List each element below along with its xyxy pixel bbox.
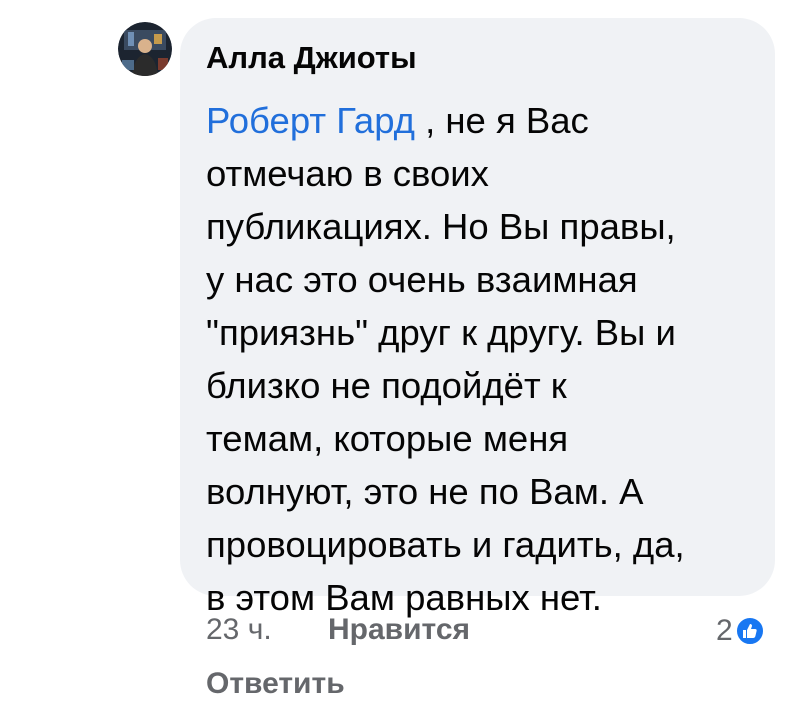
comment-timestamp[interactable]: 23 ч. <box>206 612 272 648</box>
comment-line: публикациях. Но Вы правы, <box>206 206 676 247</box>
avatar-image <box>118 22 172 76</box>
comment-line: у нас это очень взаимная <box>206 259 638 300</box>
reaction-count: 2 <box>716 614 733 647</box>
reply-button[interactable]: Ответить <box>206 666 345 702</box>
comment-line: отмечаю в своих <box>206 153 489 194</box>
like-button[interactable]: Нравится <box>328 612 470 648</box>
comment-line: волнуют, это не по Вам. А <box>206 471 644 512</box>
comment-line: "приязнь" друг к другу. Вы и <box>206 312 676 353</box>
comment-line: провоцировать и гадить, да, <box>206 524 685 565</box>
reaction-summary[interactable]: 2 <box>716 612 765 650</box>
mention-link[interactable]: Роберт Гард <box>206 100 415 141</box>
comment-text: Роберт Гард , не я Вас отмечаю в своих п… <box>206 94 766 624</box>
comment-line-rest: , не я Вас <box>414 100 589 141</box>
author-avatar[interactable] <box>118 22 172 76</box>
comment-line: Роберт Гард , не я Вас <box>206 94 766 147</box>
comment-author[interactable]: Алла Джиоты <box>206 40 775 76</box>
comment-line: в этом Вам равных нет. <box>206 577 602 618</box>
comment-bubble: Алла Джиоты Роберт Гард , не я Вас отмеч… <box>180 18 775 618</box>
thumbs-up-icon <box>734 616 765 646</box>
comment-line: близко не подойдёт к <box>206 365 567 406</box>
comment-line: темам, которые меня <box>206 418 569 459</box>
